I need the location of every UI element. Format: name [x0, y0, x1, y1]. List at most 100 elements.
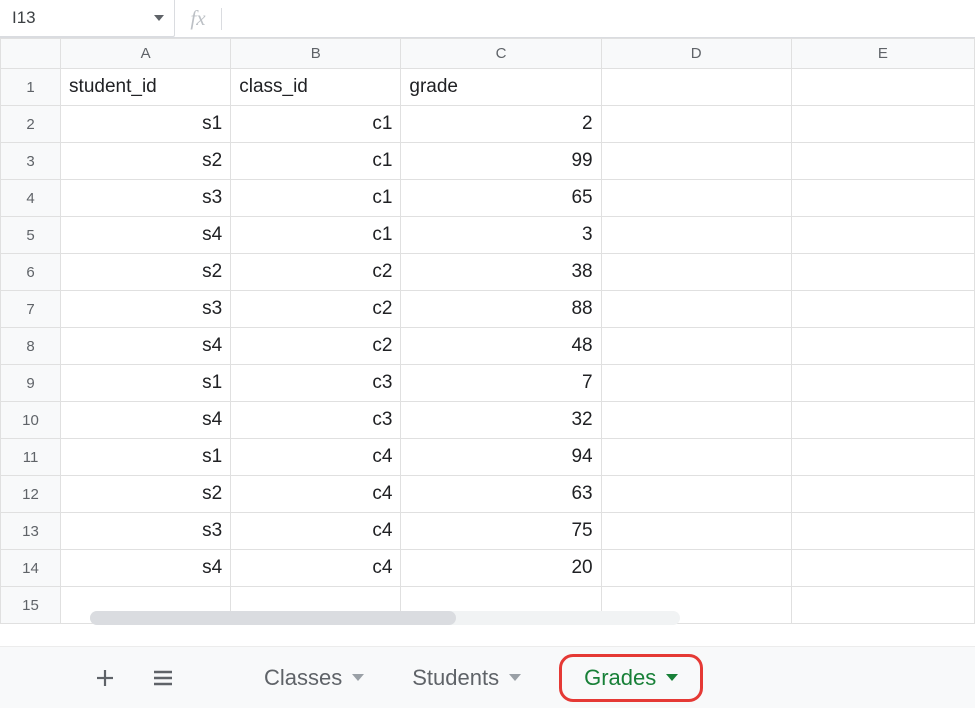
formula-input[interactable] — [222, 0, 975, 37]
cell-E9[interactable] — [791, 365, 974, 402]
tab-classes[interactable]: Classes — [254, 659, 374, 697]
spreadsheet-grid[interactable]: A B C D E 1 student_id class_id grade 2 … — [0, 38, 975, 624]
cell-A8[interactable]: s4 — [61, 328, 231, 365]
cell-A10[interactable]: s4 — [61, 402, 231, 439]
col-header-C[interactable]: C — [401, 39, 601, 69]
cell-E10[interactable] — [791, 402, 974, 439]
cell-C12[interactable]: 63 — [401, 476, 601, 513]
cell-B13[interactable]: c4 — [231, 513, 401, 550]
cell-A5[interactable]: s4 — [61, 217, 231, 254]
cell-C7[interactable]: 88 — [401, 291, 601, 328]
cell-D4[interactable] — [601, 180, 791, 217]
cell-B2[interactable]: c1 — [231, 106, 401, 143]
scrollbar-thumb[interactable] — [90, 611, 456, 625]
cell-D5[interactable] — [601, 217, 791, 254]
cell-A2[interactable]: s1 — [61, 106, 231, 143]
col-header-A[interactable]: A — [61, 39, 231, 69]
col-header-E[interactable]: E — [791, 39, 974, 69]
cell-D14[interactable] — [601, 550, 791, 587]
cell-A1[interactable]: student_id — [61, 69, 231, 106]
cell-B9[interactable]: c3 — [231, 365, 401, 402]
select-all-corner[interactable] — [1, 39, 61, 69]
cell-A11[interactable]: s1 — [61, 439, 231, 476]
row-header[interactable]: 2 — [1, 106, 61, 143]
row-header[interactable]: 1 — [1, 69, 61, 106]
row-header[interactable]: 11 — [1, 439, 61, 476]
row-header[interactable]: 7 — [1, 291, 61, 328]
row-header[interactable]: 15 — [1, 587, 61, 624]
cell-D2[interactable] — [601, 106, 791, 143]
cell-C9[interactable]: 7 — [401, 365, 601, 402]
cell-C5[interactable]: 3 — [401, 217, 601, 254]
cell-D10[interactable] — [601, 402, 791, 439]
cell-C1[interactable]: grade — [401, 69, 601, 106]
cell-E3[interactable] — [791, 143, 974, 180]
col-header-B[interactable]: B — [231, 39, 401, 69]
row-header[interactable]: 3 — [1, 143, 61, 180]
cell-A6[interactable]: s2 — [61, 254, 231, 291]
cell-D11[interactable] — [601, 439, 791, 476]
cell-B8[interactable]: c2 — [231, 328, 401, 365]
row-header[interactable]: 13 — [1, 513, 61, 550]
cell-C6[interactable]: 38 — [401, 254, 601, 291]
row-header[interactable]: 6 — [1, 254, 61, 291]
row-header[interactable]: 9 — [1, 365, 61, 402]
cell-C11[interactable]: 94 — [401, 439, 601, 476]
all-sheets-button[interactable] — [148, 663, 178, 693]
row-header[interactable]: 8 — [1, 328, 61, 365]
row-header[interactable]: 14 — [1, 550, 61, 587]
cell-E7[interactable] — [791, 291, 974, 328]
cell-B14[interactable]: c4 — [231, 550, 401, 587]
cell-B11[interactable]: c4 — [231, 439, 401, 476]
cell-B12[interactable]: c4 — [231, 476, 401, 513]
cell-E5[interactable] — [791, 217, 974, 254]
name-box[interactable]: I13 — [0, 0, 175, 37]
cell-D12[interactable] — [601, 476, 791, 513]
cell-B3[interactable]: c1 — [231, 143, 401, 180]
cell-C8[interactable]: 48 — [401, 328, 601, 365]
cell-D1[interactable] — [601, 69, 791, 106]
cell-A3[interactable]: s2 — [61, 143, 231, 180]
cell-D3[interactable] — [601, 143, 791, 180]
cell-D7[interactable] — [601, 291, 791, 328]
cell-D9[interactable] — [601, 365, 791, 402]
cell-E12[interactable] — [791, 476, 974, 513]
cell-D6[interactable] — [601, 254, 791, 291]
cell-E1[interactable] — [791, 69, 974, 106]
row-header[interactable]: 4 — [1, 180, 61, 217]
cell-B5[interactable]: c1 — [231, 217, 401, 254]
cell-E15[interactable] — [791, 587, 974, 624]
cell-D13[interactable] — [601, 513, 791, 550]
cell-B6[interactable]: c2 — [231, 254, 401, 291]
cell-A7[interactable]: s3 — [61, 291, 231, 328]
cell-B10[interactable]: c3 — [231, 402, 401, 439]
cell-E13[interactable] — [791, 513, 974, 550]
row-header[interactable]: 10 — [1, 402, 61, 439]
row-header[interactable]: 12 — [1, 476, 61, 513]
cell-A9[interactable]: s1 — [61, 365, 231, 402]
add-sheet-button[interactable] — [90, 663, 120, 693]
cell-E14[interactable] — [791, 550, 974, 587]
cell-C13[interactable]: 75 — [401, 513, 601, 550]
horizontal-scrollbar[interactable] — [90, 611, 680, 625]
cell-A12[interactable]: s2 — [61, 476, 231, 513]
tab-grades[interactable]: Grades — [559, 654, 703, 702]
cell-A14[interactable]: s4 — [61, 550, 231, 587]
cell-D8[interactable] — [601, 328, 791, 365]
cell-A13[interactable]: s3 — [61, 513, 231, 550]
cell-E8[interactable] — [791, 328, 974, 365]
cell-C10[interactable]: 32 — [401, 402, 601, 439]
cell-B7[interactable]: c2 — [231, 291, 401, 328]
tab-students[interactable]: Students — [402, 659, 531, 697]
cell-E2[interactable] — [791, 106, 974, 143]
cell-C4[interactable]: 65 — [401, 180, 601, 217]
row-header[interactable]: 5 — [1, 217, 61, 254]
cell-C3[interactable]: 99 — [401, 143, 601, 180]
cell-E11[interactable] — [791, 439, 974, 476]
cell-E4[interactable] — [791, 180, 974, 217]
cell-E6[interactable] — [791, 254, 974, 291]
cell-B1[interactable]: class_id — [231, 69, 401, 106]
cell-B4[interactable]: c1 — [231, 180, 401, 217]
cell-C14[interactable]: 20 — [401, 550, 601, 587]
col-header-D[interactable]: D — [601, 39, 791, 69]
